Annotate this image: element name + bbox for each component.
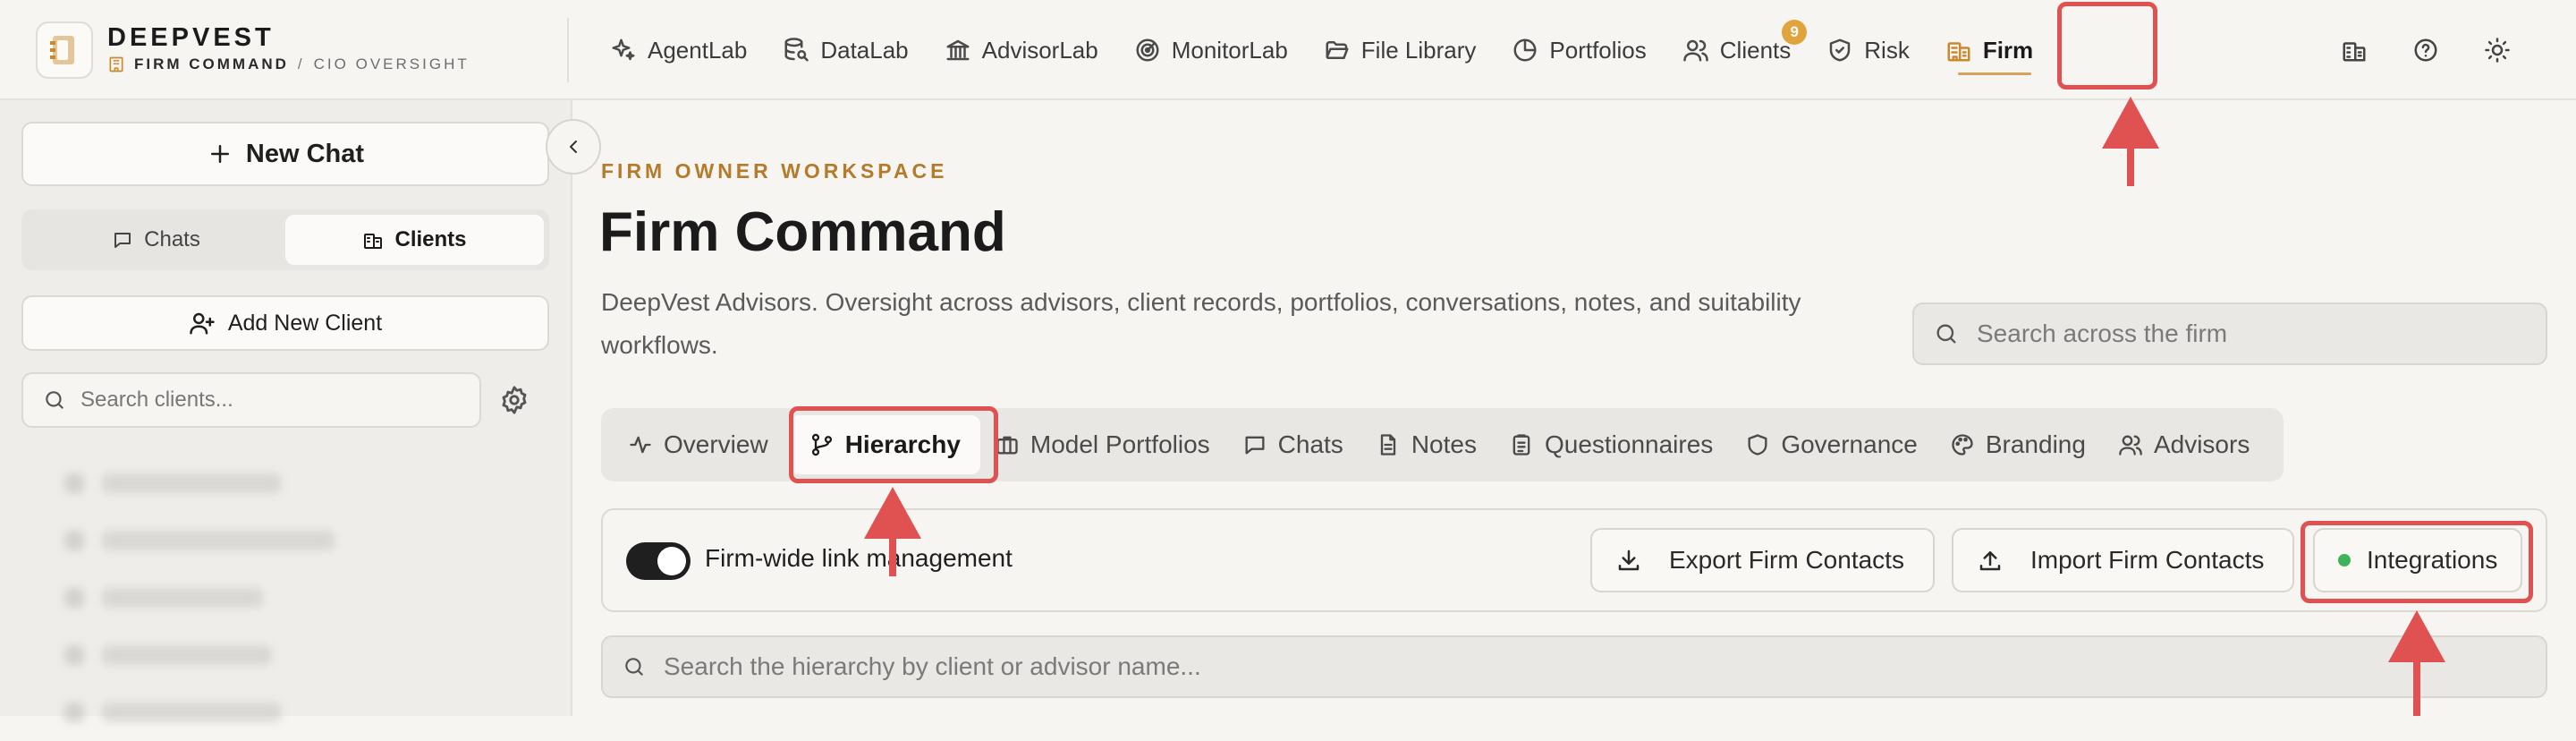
upload-icon <box>1979 551 2001 571</box>
nav-clients[interactable]: Clients 9 <box>1674 20 1810 79</box>
top-divider <box>567 18 569 82</box>
nav-agentlab[interactable]: AgentLab <box>601 21 767 79</box>
sparkles-icon <box>612 38 635 61</box>
brand-separator: / <box>297 55 305 72</box>
link-management-label: Firm-wide link management <box>705 544 1013 572</box>
radar-icon <box>1136 38 1159 62</box>
search-icon <box>46 391 64 409</box>
page-description: DeepVest Advisors. Oversight across advi… <box>601 288 1801 359</box>
annotation-arrow-hierarchy <box>864 487 921 576</box>
users-icon <box>2119 435 2142 456</box>
sun-icon <box>2485 38 2510 63</box>
brand-logo[interactable] <box>36 21 93 79</box>
nav-monitorlab[interactable]: MonitorLab <box>1125 21 1308 79</box>
building-icon <box>364 234 383 249</box>
annotation-arrow-integrations <box>2388 610 2445 716</box>
client-list-redacted <box>32 455 497 741</box>
tab-questionnaires[interactable]: Questionnaires <box>1496 415 1733 474</box>
help-icon <box>2414 38 2437 62</box>
annotation-highlight-hierarchy <box>789 406 998 483</box>
toggle-knob <box>657 547 686 575</box>
file-text-icon <box>1380 434 1395 456</box>
tab-advisors[interactable]: Advisors <box>2106 415 2269 474</box>
tab-branding[interactable]: Branding <box>1937 415 2106 474</box>
list-item <box>32 626 497 684</box>
nav-portfolios[interactable]: Portfolios <box>1503 21 1665 79</box>
download-icon <box>1618 549 1640 571</box>
help-button[interactable] <box>2401 25 2451 75</box>
list-item <box>32 569 497 626</box>
shield-icon <box>1748 434 1767 456</box>
page-eyebrow: FIRM OWNER WORKSPACE <box>601 159 948 183</box>
sidebar-segmented-control: Chats Clients <box>21 209 549 270</box>
nav-datalab[interactable]: DataLab <box>774 21 928 79</box>
tab-notes[interactable]: Notes <box>1363 415 1496 474</box>
list-item <box>32 455 497 512</box>
top-bar: DEEPVEST FIRM COMMAND / CIO OVERSIGHT Ag… <box>0 0 2576 100</box>
main-nav: AgentLab DataLab AdvisorLab MonitorLab F… <box>601 0 2060 100</box>
gear-icon[interactable] <box>499 385 530 415</box>
nav-risk[interactable]: Risk <box>1818 21 1929 79</box>
import-firm-contacts-button[interactable]: Import Firm Contacts <box>1952 528 2295 592</box>
firm-search-input[interactable]: Search across the firm <box>1912 302 2547 365</box>
hierarchy-search-input[interactable]: Search the hierarchy by client or adviso… <box>601 635 2547 698</box>
deepvest-logo-icon <box>50 36 74 64</box>
users-icon <box>1683 39 1708 62</box>
plus-icon <box>210 145 229 163</box>
nav-firm[interactable]: Firm <box>1936 21 2053 79</box>
building-icon <box>109 56 123 72</box>
brand-mode: CIO OVERSIGHT <box>313 55 470 72</box>
clipboard-list-icon <box>1513 434 1530 456</box>
sidebar-tab-chats[interactable]: Chats <box>27 215 285 265</box>
palette-icon <box>1952 434 1973 456</box>
user-plus-icon <box>190 312 215 335</box>
bank-icon <box>946 39 970 61</box>
database-search-icon <box>784 38 809 62</box>
client-search-input[interactable]: Search clients... <box>21 372 481 428</box>
tab-chats[interactable]: Chats <box>1230 415 1363 474</box>
pie-chart-icon <box>1513 38 1537 62</box>
sidebar-tab-clients[interactable]: Clients <box>285 215 544 265</box>
link-management-toggle[interactable] <box>626 542 691 580</box>
search-icon <box>1936 324 1956 344</box>
building-icon <box>1947 42 1970 62</box>
search-icon <box>625 658 643 676</box>
activity-icon <box>630 436 651 454</box>
page-title: Firm Command <box>599 201 1006 263</box>
firm-switch-button[interactable] <box>2329 25 2379 75</box>
brand-name: DEEPVEST <box>107 23 275 52</box>
tab-overview[interactable]: Overview <box>615 415 788 474</box>
list-item <box>32 684 497 741</box>
nav-file-library[interactable]: File Library <box>1315 21 1496 79</box>
briefcase-icon <box>996 436 1018 455</box>
header-actions <box>2308 25 2522 75</box>
chat-bubble-icon <box>114 233 131 248</box>
export-firm-contacts-button[interactable]: Export Firm Contacts <box>1590 528 1935 592</box>
sidebar: New Chat Chats Clients Add New Client Se… <box>0 100 572 722</box>
tab-governance[interactable]: Governance <box>1733 415 1937 474</box>
collapse-sidebar-button[interactable] <box>546 119 601 175</box>
brand-section: FIRM COMMAND <box>134 55 289 72</box>
tab-model-portfolios[interactable]: Model Portfolios <box>982 415 1230 474</box>
annotation-highlight-integrations <box>2301 521 2533 603</box>
annotation-highlight-firm <box>2057 2 2157 89</box>
folder-open-icon <box>1326 41 1349 59</box>
clients-count-badge: 9 <box>1782 20 1808 45</box>
nav-advisorlab[interactable]: AdvisorLab <box>936 21 1118 79</box>
new-chat-button[interactable]: New Chat <box>21 122 549 186</box>
shield-check-icon <box>1830 38 1851 62</box>
theme-toggle-button[interactable] <box>2472 25 2522 75</box>
add-new-client-button[interactable]: Add New Client <box>21 295 549 351</box>
list-item <box>32 512 497 569</box>
brand-subtitle: FIRM COMMAND / CIO OVERSIGHT <box>107 55 470 73</box>
chevron-left-icon <box>570 141 577 153</box>
building-icon <box>2343 42 2366 62</box>
annotation-arrow-firm <box>2102 97 2159 186</box>
chat-bubble-icon <box>1245 436 1265 455</box>
